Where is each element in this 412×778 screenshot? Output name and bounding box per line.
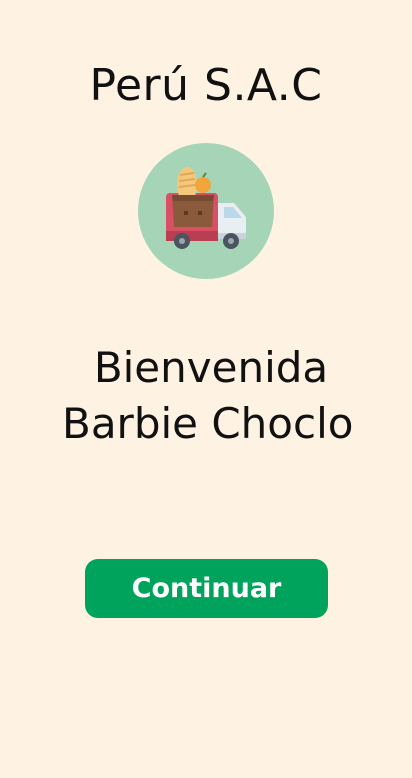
user-name: Barbie Choclo <box>62 399 354 448</box>
continue-button[interactable]: Continuar <box>85 559 328 618</box>
delivery-truck-icon <box>138 143 274 279</box>
welcome-greeting: Bienvenida <box>93 343 329 392</box>
welcome-message: Bienvenida Barbie Choclo <box>0 340 412 452</box>
company-name: Perú S.A.C <box>89 60 323 111</box>
